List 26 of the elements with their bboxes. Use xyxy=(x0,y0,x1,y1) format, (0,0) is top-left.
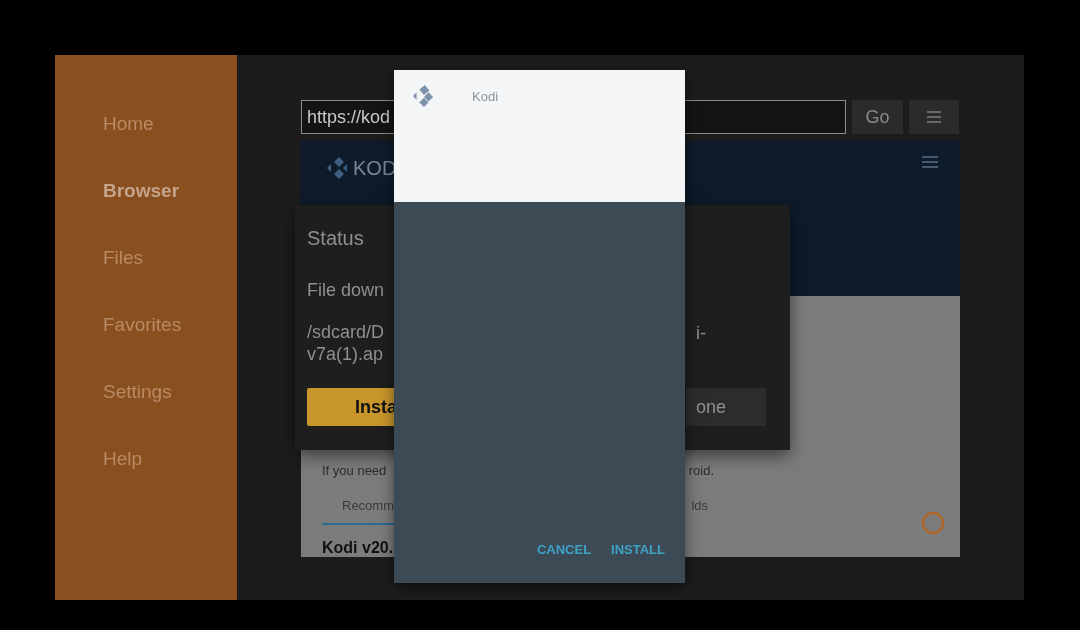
dialog-title: Kodi xyxy=(472,89,499,104)
go-button[interactable]: Go xyxy=(852,100,903,134)
notice-text: If you need xyxy=(322,463,387,478)
sidebar-item[interactable]: Browser xyxy=(103,180,237,247)
logo-icon xyxy=(325,156,349,180)
sidebar-item[interactable]: Home xyxy=(103,113,237,180)
notice-text: roid. xyxy=(688,463,714,478)
dialog-title: Status xyxy=(307,227,365,250)
done-button[interactable]: one xyxy=(686,388,766,426)
section-heading: Kodi v20. xyxy=(322,539,394,557)
dialog-button[interactable]: CANCEL xyxy=(530,538,598,561)
sidebar-item[interactable]: Favorites xyxy=(103,314,237,381)
file-path-text: i- xyxy=(696,323,706,344)
dialog-button[interactable]: INSTALL xyxy=(605,538,671,561)
app-logo-icon xyxy=(412,85,434,107)
menu-icon xyxy=(927,111,941,123)
site-logo-text: KOD xyxy=(353,156,397,180)
loading-ring-icon xyxy=(922,512,944,534)
menu-button[interactable] xyxy=(909,100,959,134)
file-path-text: v7a(1).ap xyxy=(307,343,385,365)
sidebar-item[interactable]: Help xyxy=(103,448,237,515)
file-path-text: /sdcard/D xyxy=(307,321,386,343)
sidebar-item[interactable]: Files xyxy=(103,247,237,314)
menu-icon[interactable] xyxy=(922,156,938,168)
sidebar-item[interactable]: Settings xyxy=(103,381,237,448)
status-message: File down xyxy=(307,280,386,301)
